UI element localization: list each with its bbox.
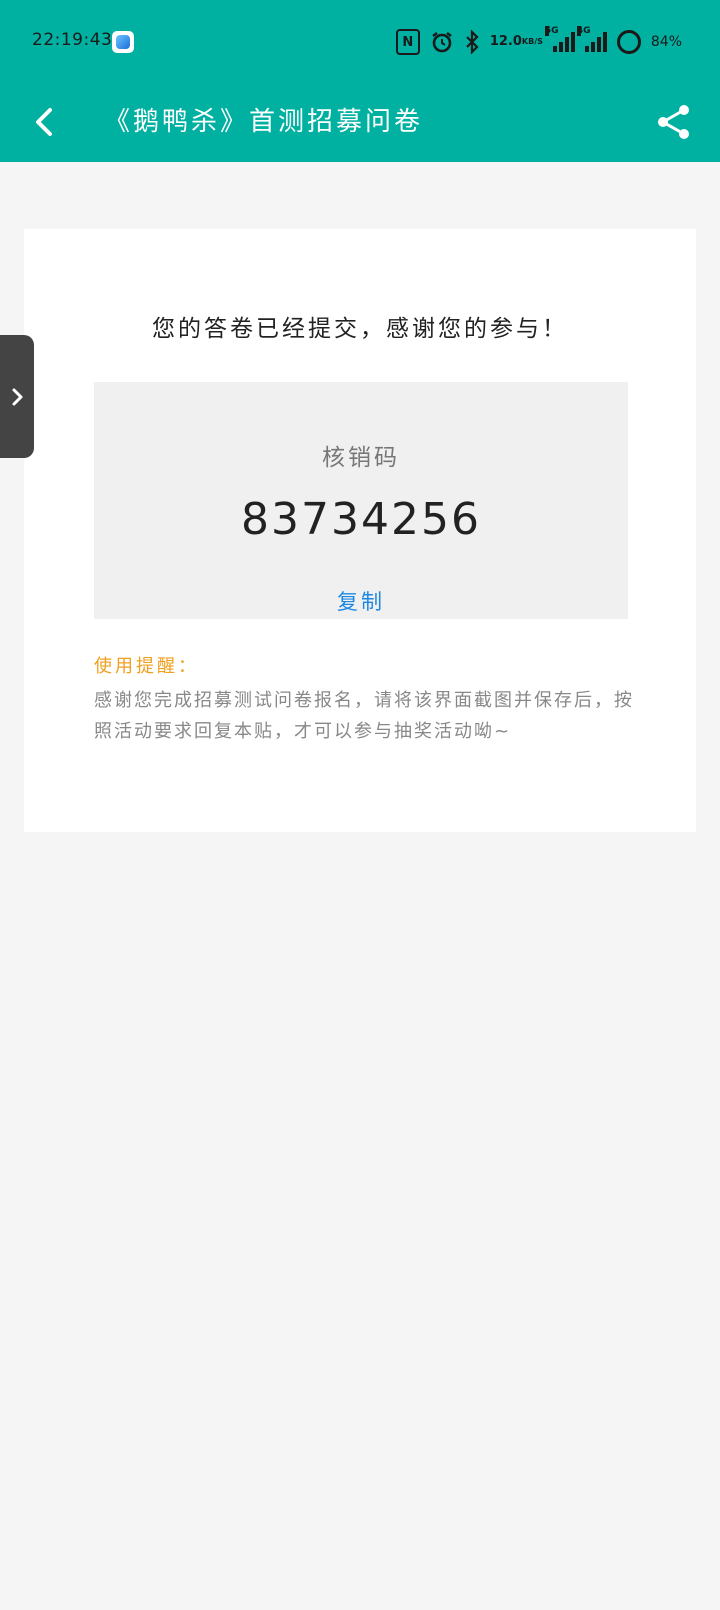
status-bar: 22:19:43 N 12.0 KB/S 5G 4G 84% — [0, 0, 720, 82]
signal-5g-icon: 5G — [544, 26, 575, 52]
network-speed: 12.0 KB/S — [489, 34, 543, 49]
result-card: 您的答卷已经提交，感谢您的参与！ 核销码 83734256 复制 使用提醒： 感… — [24, 229, 696, 832]
alarm-icon — [430, 30, 454, 54]
submission-message: 您的答卷已经提交，感谢您的参与！ — [152, 316, 568, 342]
status-time: 22:19:43 — [32, 30, 113, 50]
chevron-right-icon — [12, 388, 23, 405]
network-speed-unit: KB/S — [521, 37, 543, 46]
reminder-title: 使用提醒： — [94, 656, 199, 677]
side-drawer-tab[interactable] — [0, 335, 34, 458]
network-speed-value: 12.0 — [489, 34, 522, 49]
status-icons: N 12.0 KB/S 5G 4G 84% — [395, 26, 682, 56]
reminder-body: 感谢您完成招募测试问卷报名，请将该界面截图并保存后，按照活动要求回复本贴，才可以… — [94, 690, 634, 742]
signal-5g-tag: 5G — [544, 26, 559, 36]
code-box: 核销码 83734256 复制 — [94, 382, 628, 619]
app-notification-icon — [112, 31, 134, 53]
bluetooth-icon — [464, 30, 480, 54]
nfc-icon: N — [395, 29, 420, 55]
battery-icon — [616, 30, 641, 54]
code-label: 核销码 — [322, 445, 400, 471]
share-icon — [658, 105, 689, 139]
signal-4g-tag: 4G — [576, 26, 591, 36]
back-button[interactable] — [26, 100, 66, 144]
code-value: 83734256 — [241, 494, 481, 545]
signal-4g-icon: 4G — [576, 26, 607, 52]
app-bar: 《鹅鸭杀》首测招募问卷 — [0, 82, 720, 162]
page-title: 《鹅鸭杀》首测招募问卷 — [104, 107, 424, 137]
chevron-left-icon — [36, 108, 52, 136]
battery-level: 84% — [650, 34, 682, 50]
copy-button[interactable]: 复制 — [94, 586, 628, 616]
share-button[interactable] — [654, 102, 694, 142]
